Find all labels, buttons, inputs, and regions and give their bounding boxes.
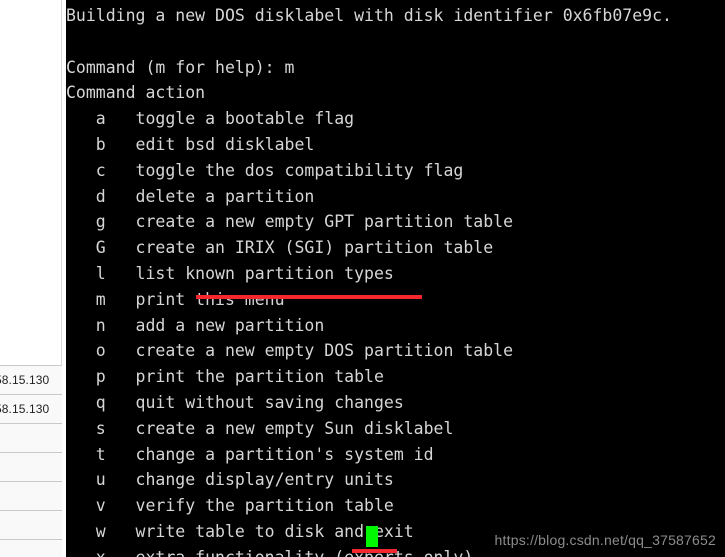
terminal-window[interactable]: Building a new DOS disklabel with disk i…	[66, 0, 725, 557]
terminal-line: q quit without saving changes	[66, 392, 404, 412]
terminal-line: d delete a partition	[66, 186, 315, 206]
annotation-underline-add-partition	[196, 295, 422, 299]
background-table: 58.15.130 58.15.130	[0, 365, 62, 557]
screenshot-root: 58.15.130 58.15.130 Building a new DOS d…	[0, 0, 725, 557]
background-table-footer	[0, 545, 62, 557]
terminal-line: s create a new empty Sun disklabel	[66, 418, 454, 438]
table-row[interactable]	[0, 453, 62, 482]
table-row[interactable]	[0, 511, 62, 540]
annotation-underline-typed-command	[352, 549, 397, 553]
terminal-line: n add a new partition	[66, 315, 325, 335]
terminal-line: b edit bsd disklabel	[66, 134, 315, 154]
terminal-output: Building a new DOS disklabel with disk i…	[66, 0, 672, 557]
table-cell-ip: 58.15.130	[0, 402, 50, 416]
terminal-line: Command action	[66, 83, 206, 103]
terminal-line: Command (m for help): m	[66, 57, 295, 77]
terminal-line: v verify the partition table	[66, 496, 394, 516]
terminal-line: o create a new empty DOS partition table	[66, 341, 514, 361]
table-row[interactable]: 58.15.130	[0, 395, 62, 424]
terminal-line: t change a partition's system id	[66, 444, 434, 464]
terminal-line: G create an IRIX (SGI) partition table	[66, 238, 494, 258]
terminal-line: c toggle the dos compatibility flag	[66, 160, 464, 180]
terminal-line: u change display/entry units	[66, 470, 394, 490]
background-webpage-strip: 58.15.130 58.15.130	[0, 0, 66, 557]
terminal-line: l list known partition types	[66, 263, 394, 283]
table-row[interactable]	[0, 424, 62, 453]
terminal-line: p print the partition table	[66, 367, 384, 387]
table-cell-ip: 58.15.130	[0, 373, 50, 387]
terminal-line: g create a new empty GPT partition table	[66, 212, 514, 232]
watermark-url: https://blog.csdn.net/qq_37587652	[494, 532, 716, 548]
terminal-line: m print this menu	[66, 289, 285, 309]
table-row[interactable]	[0, 482, 62, 511]
terminal-cursor	[366, 526, 378, 547]
terminal-line: a toggle a bootable flag	[66, 109, 355, 129]
terminal-line: Building a new DOS disklabel with disk i…	[66, 6, 672, 25]
table-row[interactable]: 58.15.130	[0, 366, 62, 395]
